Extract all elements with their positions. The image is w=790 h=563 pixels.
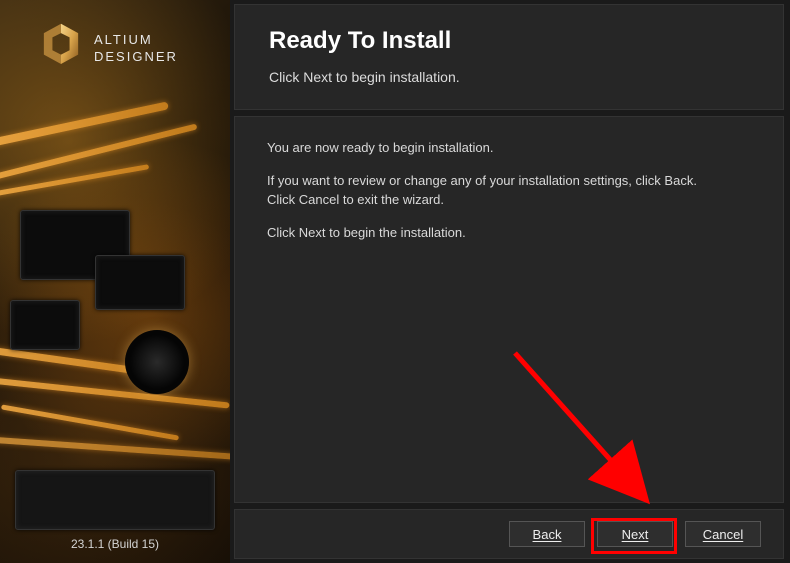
installer-window: ALTIUM DESIGNER 23.1.1 (Build 15) Ready … [0, 0, 790, 563]
altium-logo-icon [40, 22, 82, 75]
cancel-button[interactable]: Cancel [685, 521, 761, 547]
content-area: Ready To Install Click Next to begin ins… [230, 0, 790, 563]
brand-line-2: DESIGNER [94, 49, 178, 65]
page-subtitle: Click Next to begin installation. [269, 69, 749, 85]
version-label: 23.1.1 (Build 15) [0, 537, 230, 551]
body-panel: You are now ready to begin installation.… [234, 116, 784, 503]
next-button[interactable]: Next [597, 521, 673, 547]
brand-logo: ALTIUM DESIGNER [40, 22, 178, 75]
back-button[interactable]: Back [509, 521, 585, 547]
page-title: Ready To Install [269, 27, 749, 55]
body-text-3: Click Next to begin the installation. [267, 224, 751, 243]
body-text-2: If you want to review or change any of y… [267, 172, 751, 210]
brand-text: ALTIUM DESIGNER [94, 32, 178, 65]
header-panel: Ready To Install Click Next to begin ins… [234, 4, 784, 110]
body-text-1: You are now ready to begin installation. [267, 139, 751, 158]
brand-line-1: ALTIUM [94, 32, 178, 48]
sidebar-hero-image: ALTIUM DESIGNER 23.1.1 (Build 15) [0, 0, 230, 563]
footer-panel: Back Next Cancel [234, 509, 784, 559]
